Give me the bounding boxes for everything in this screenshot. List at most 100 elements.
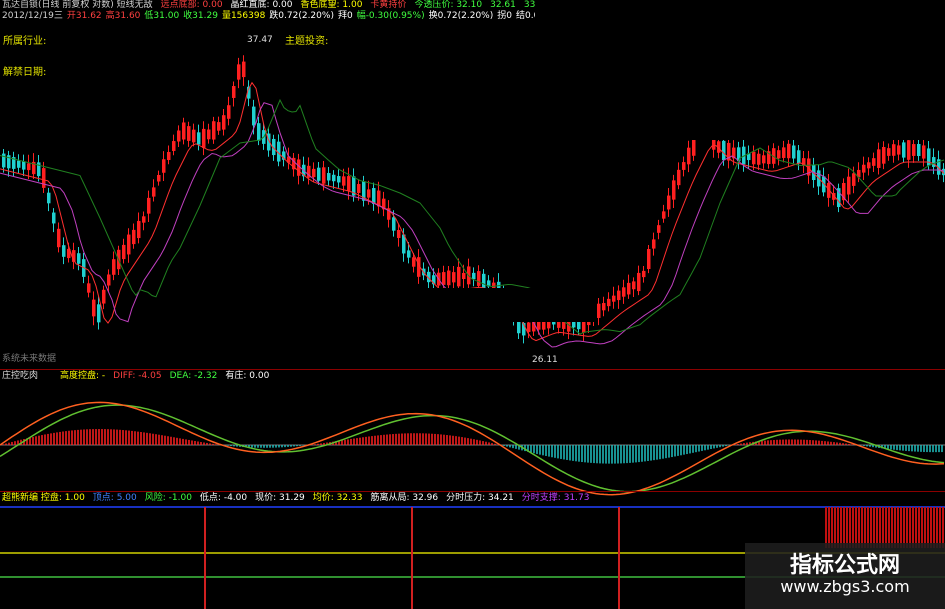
candle-up xyxy=(177,130,181,142)
candle-up xyxy=(462,272,466,280)
candle-up xyxy=(897,145,901,155)
candle-up xyxy=(322,167,326,184)
diff-line xyxy=(0,401,945,496)
candle-down xyxy=(797,150,801,164)
candle-down xyxy=(407,250,411,258)
header-item: 有庄: 0.00 xyxy=(225,371,270,381)
header-row-2: 2012/12/19三 开31.62 高31.60 低31.00 收31.29 量1563… xyxy=(2,11,549,22)
watermark-url: www.zbgs3.com xyxy=(780,577,910,596)
candle-up xyxy=(597,303,601,318)
candle-down xyxy=(392,217,396,231)
header-item: 拜0 xyxy=(337,11,353,21)
candle-up xyxy=(222,115,226,130)
dea-line xyxy=(0,404,945,493)
candle-up xyxy=(212,121,216,140)
candle-up xyxy=(852,173,856,186)
candle-up xyxy=(457,266,461,287)
candle-up xyxy=(357,184,361,193)
header-item: 风险: -1.00 xyxy=(144,493,192,503)
candle-up xyxy=(192,129,196,143)
candle-down xyxy=(332,174,336,182)
candle-up xyxy=(142,216,146,223)
candle-up xyxy=(602,303,606,311)
candle-up xyxy=(347,176,351,191)
header-item: 高31.60 xyxy=(105,11,141,21)
candle-up xyxy=(137,220,141,239)
low-price-label: 26.11 xyxy=(532,355,558,365)
candle-up xyxy=(642,270,646,278)
candle-down xyxy=(722,140,726,161)
candle-down xyxy=(337,176,341,183)
candle-up xyxy=(242,61,246,78)
candle-up xyxy=(112,259,116,275)
candle-down xyxy=(97,304,101,323)
candle-down xyxy=(472,272,476,280)
header-item: 低31.00 xyxy=(144,11,180,21)
header-item: 均价: 32.33 xyxy=(312,493,363,503)
candle-up xyxy=(677,169,681,186)
candle-up xyxy=(617,290,621,301)
candle-down xyxy=(792,145,796,159)
candle-up xyxy=(652,239,656,249)
candle-up xyxy=(637,272,641,292)
theme-label: 主题投资: xyxy=(285,36,329,47)
candle-up xyxy=(202,128,206,148)
macd-layer xyxy=(0,401,945,496)
candle-up xyxy=(922,145,926,159)
candle-up xyxy=(632,281,636,290)
candle-up xyxy=(607,298,611,307)
candle-up xyxy=(217,122,221,131)
header-item: 低点: -4.00 xyxy=(199,493,248,503)
candle-down xyxy=(932,157,936,167)
panel-divider-2 xyxy=(0,491,945,492)
candle-up xyxy=(172,141,176,151)
macd-header: 庄控吃肉 高度控盘: - DIFF: -4.05 DEA: -2.32 有庄: 0.00 xyxy=(2,371,277,382)
candle-up xyxy=(787,143,791,159)
header-item: 分时支撑: 31.73 xyxy=(521,493,590,503)
header-item: 晶红直底: 0.00 xyxy=(230,0,293,10)
candle-up xyxy=(182,122,186,140)
header-item: 筋离从局: 32.96 xyxy=(370,493,439,503)
watermark: 指标公式网 www.zbgs3.com xyxy=(745,543,945,609)
candle-up xyxy=(167,151,171,161)
industry-label: 所属行业: xyxy=(3,36,47,47)
header-item: DIFF: -4.05 xyxy=(113,371,162,381)
candle-up xyxy=(162,159,166,173)
candle-up xyxy=(662,211,666,219)
redaction-box-top-right xyxy=(535,0,945,140)
candle-up xyxy=(627,282,631,295)
header-item: 顶点: 5.00 xyxy=(92,493,137,503)
candle-up xyxy=(762,155,766,164)
candle-up xyxy=(57,228,61,248)
candle-down xyxy=(252,106,256,126)
header-item: 瓦达自锁(日线 前复权 对数) 短线无敌 xyxy=(2,0,153,10)
candle-up xyxy=(882,146,886,164)
candle-up xyxy=(87,283,91,293)
candle-up xyxy=(157,174,161,182)
candle-up xyxy=(667,195,671,210)
header-item: 今透压价: 32.10 xyxy=(414,0,483,10)
candle-up xyxy=(672,180,676,200)
header-item: 拐0 xyxy=(497,11,512,21)
header-item: 分时压力: 34.21 xyxy=(446,493,514,503)
candle-up xyxy=(887,148,891,156)
candle-up xyxy=(207,129,211,140)
header-item: 量156398 xyxy=(221,11,266,21)
header-item: 超熊新编 控盘: 1.00 xyxy=(2,493,85,503)
candle-down xyxy=(257,123,261,141)
header-item: 卡黄持价 xyxy=(370,0,407,10)
candle-up xyxy=(127,234,131,255)
macd-title: 庄控吃肉 xyxy=(2,371,39,381)
candle-down xyxy=(77,253,81,264)
candle-down xyxy=(52,212,56,224)
header-item: 换0.72(2.20%) xyxy=(428,11,494,21)
candle-up xyxy=(447,270,451,286)
header-item: 2012/12/19三 xyxy=(2,11,63,21)
candle-down xyxy=(22,161,26,170)
candle-up xyxy=(912,144,916,156)
candle-up xyxy=(752,151,756,165)
candle-down xyxy=(47,192,51,204)
candle-up xyxy=(782,147,786,158)
header-item: 32.61 xyxy=(490,0,516,10)
candle-up xyxy=(342,176,346,186)
